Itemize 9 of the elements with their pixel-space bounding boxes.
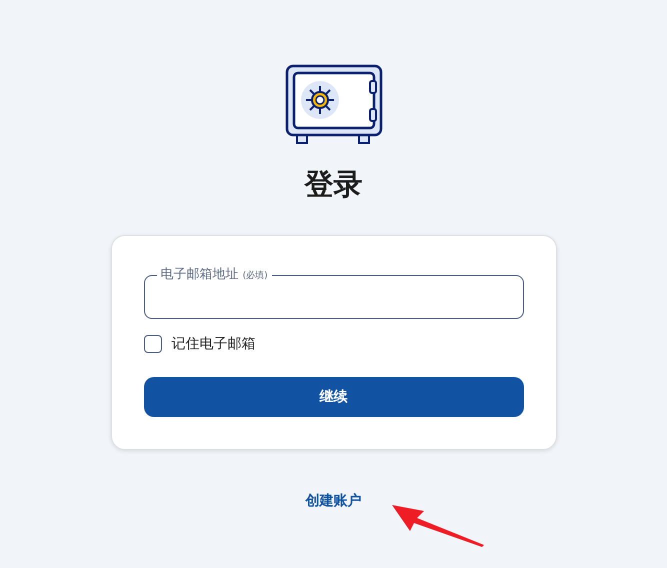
continue-button[interactable]: 继续 [144,377,524,417]
email-field[interactable]: 电子邮箱地址 (必填) [144,267,524,319]
checkbox[interactable] [144,335,162,353]
checkbox-label: 记住电子邮箱 [172,335,256,353]
create-account-link[interactable]: 创建账户 [306,492,362,510]
field-label: 电子邮箱地址 [160,267,238,282]
safe-icon [284,64,382,146]
page-title: 登录 [304,166,362,203]
required-note: (必填) [242,271,268,281]
